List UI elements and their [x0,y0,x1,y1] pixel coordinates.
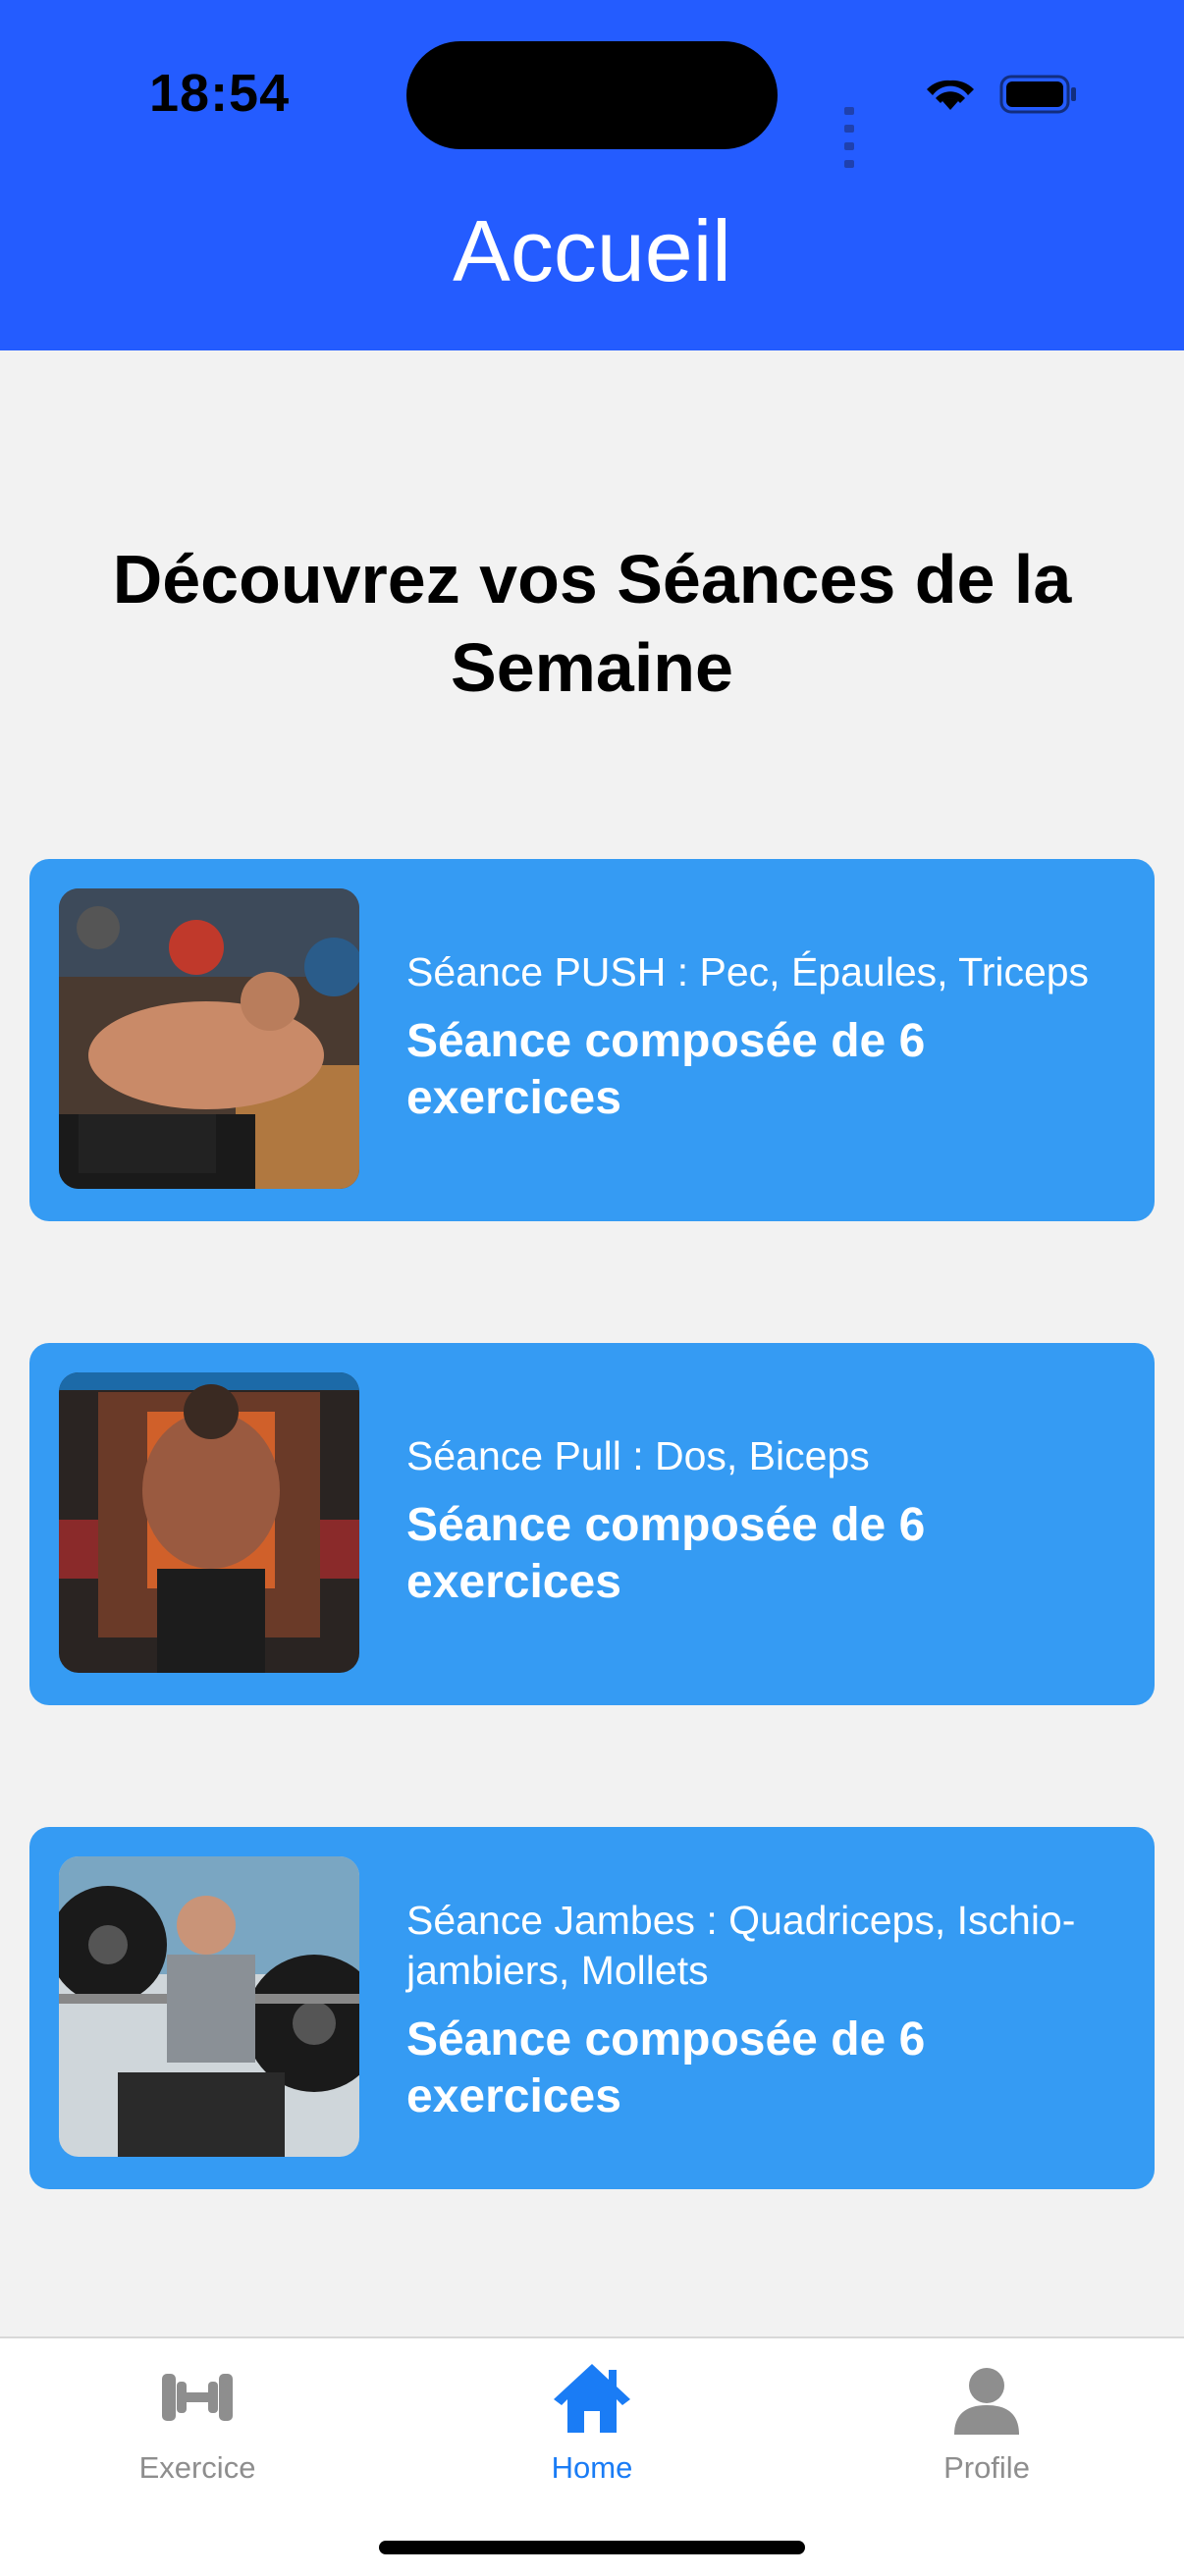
house-icon [554,2364,630,2433]
dumbbell-icon [162,2374,233,2421]
card-title: Séance composée de 6 exercices [406,1499,926,1608]
wifi-icon [927,80,974,110]
card-text: Séance Jambes : Quadriceps, Ischio-jambi… [406,1896,1133,2125]
tab-profile[interactable]: Profile [789,2338,1184,2496]
home-indicator [379,2541,805,2554]
person-icon [954,2368,1019,2435]
cellular-signal-icon [844,102,858,173]
section-heading: Découvrez vos Séances de la Semaine [112,541,1072,706]
card-subtitle: Séance Jambes : Quadriceps, Ischio-jambi… [406,1898,1076,1993]
workout-card-push[interactable]: Séance PUSH : Pec, Épaules, Triceps Séan… [29,859,1155,1221]
pull-up-photo [59,1372,359,1673]
card-subtitle: Séance Pull : Dos, Biceps [406,1433,870,1478]
tab-exercice[interactable]: Exercice [0,2338,395,2496]
card-text: Séance PUSH : Pec, Épaules, Triceps Séan… [406,947,1133,1127]
battery-icon [999,75,1076,114]
card-title: Séance composée de 6 exercices [406,2013,926,2122]
tab-label: Profile [943,2450,1030,2485]
tab-home[interactable]: Home [395,2338,789,2496]
workout-card-legs[interactable]: Séance Jambes : Quadriceps, Ischio-jambi… [29,1827,1155,2189]
bench-press-photo [59,888,359,1189]
tab-label: Home [551,2450,633,2485]
status-time: 18:54 [149,64,291,123]
card-text: Séance Pull : Dos, Biceps Séance composé… [406,1431,1133,1611]
dynamic-island [406,41,778,149]
front-squat-photo [59,1856,359,2157]
page-title: Accueil [453,202,731,299]
card-title: Séance composée de 6 exercices [406,1015,926,1124]
top-header: 18:54 Accueil [0,0,1184,350]
card-subtitle: Séance PUSH : Pec, Épaules, Triceps [406,949,1090,994]
workout-card-pull[interactable]: Séance Pull : Dos, Biceps Séance composé… [29,1343,1155,1705]
tab-label: Exercice [138,2450,256,2485]
